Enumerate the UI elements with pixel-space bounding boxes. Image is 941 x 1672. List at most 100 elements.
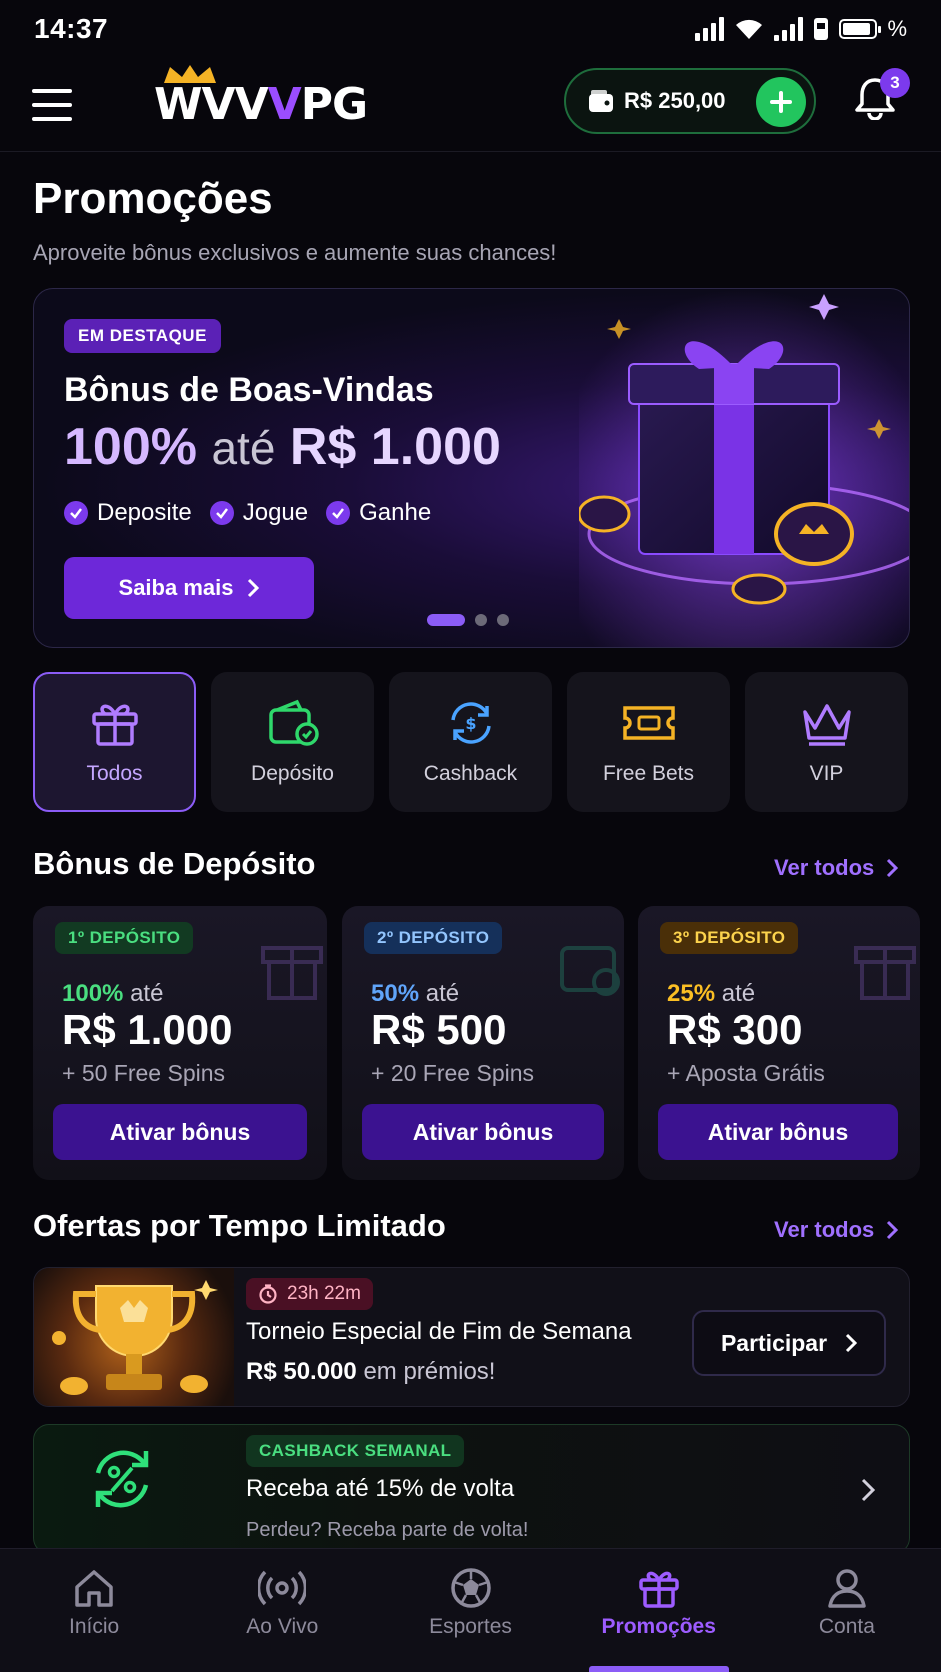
wallet-icon xyxy=(560,946,620,996)
nav-live[interactable]: Ao Vivo xyxy=(188,1549,376,1672)
live-icon xyxy=(258,1570,307,1606)
tournament-offer-card[interactable]: 23h 22m Torneio Especial de Fim de Seman… xyxy=(33,1267,910,1407)
promo-steps: Deposite Jogue Ganhe xyxy=(64,499,431,527)
crown-icon xyxy=(802,704,851,746)
bonus-amount: R$ 300 xyxy=(667,1006,803,1053)
page-title: Promoções xyxy=(33,174,273,223)
deposit-bonus-card-3[interactable]: 3º DEPÓSITO 25% até R$ 300 + Aposta Grát… xyxy=(638,906,920,1180)
wallet-icon xyxy=(589,90,613,112)
promo-category-filter: Todos Depósito $ Cashback Free Bets VIP xyxy=(33,672,910,812)
system-icons: % xyxy=(695,16,907,42)
percent-cycle-icon xyxy=(95,1450,149,1508)
bonus-percent: 25% até xyxy=(667,980,756,1007)
menu-icon[interactable] xyxy=(32,88,72,121)
trophy-icon xyxy=(52,1280,218,1395)
deposit-see-all-link[interactable]: Ver todos xyxy=(774,855,899,881)
nav-account[interactable]: Conta xyxy=(753,1549,941,1672)
check-icon xyxy=(209,501,234,525)
category-cashback[interactable]: $ Cashback xyxy=(389,672,552,812)
check-icon xyxy=(326,501,351,525)
category-free-bets[interactable]: Free Bets xyxy=(567,672,730,812)
check-icon xyxy=(64,501,88,525)
wifi-icon xyxy=(736,19,763,39)
featured-tag: EM DESTAQUE xyxy=(64,319,221,353)
nav-promotions[interactable]: Promoções xyxy=(565,1549,753,1672)
promo-title: Bônus de Boas-Vindas xyxy=(64,371,434,409)
soccer-ball-icon xyxy=(450,1568,491,1608)
countdown-timer: 23h 22m xyxy=(246,1278,373,1310)
gift-icon xyxy=(261,946,323,1000)
ticket-icon xyxy=(622,706,675,740)
signal-icon-2 xyxy=(774,17,804,41)
activate-bonus-button[interactable]: Ativar bônus xyxy=(658,1104,898,1160)
category-deposit[interactable]: Depósito xyxy=(211,672,374,812)
deposit-tag: 3º DEPÓSITO xyxy=(660,922,799,954)
step-play: Jogue xyxy=(209,499,308,527)
limited-offers-title: Ofertas por Tempo Limitado xyxy=(33,1208,446,1243)
category-all[interactable]: Todos xyxy=(33,672,196,812)
cashback-subtitle: Perdeu? Receba parte de volta! xyxy=(246,1519,529,1541)
app-header: WVVVPG R$ 250,00 3 xyxy=(0,58,941,152)
gift-icon xyxy=(854,946,916,1000)
trophy-illustration xyxy=(34,1268,234,1406)
promo-amount: 100% até R$ 1.000 xyxy=(64,418,501,476)
category-vip[interactable]: VIP xyxy=(745,672,908,812)
carousel-dot[interactable] xyxy=(475,614,487,626)
featured-promo-banner[interactable]: EM DESTAQUE Bônus de Boas-Vindas 100% at… xyxy=(33,288,910,648)
deposit-tag: 2º DEPÓSITO xyxy=(364,922,503,954)
bonus-extra: + 50 Free Spins xyxy=(62,1060,226,1086)
activate-bonus-button[interactable]: Ativar bônus xyxy=(362,1104,604,1160)
bonus-extra: + 20 Free Spins xyxy=(371,1060,535,1086)
cashback-offer-card[interactable]: CASHBACK SEMANAL Receba até 15% de volta… xyxy=(33,1424,910,1554)
signal-icon xyxy=(695,17,725,41)
chevron-right-icon xyxy=(248,578,260,598)
wallet-icon xyxy=(268,699,319,746)
notification-badge: 3 xyxy=(880,68,910,98)
battery-icon xyxy=(839,19,882,39)
bonus-extra: + Aposta Grátis xyxy=(667,1060,825,1086)
chevron-right-icon[interactable] xyxy=(860,1477,876,1503)
clock: 14:37 xyxy=(34,13,109,44)
bonus-amount: R$ 500 xyxy=(371,1006,507,1053)
gift-icon xyxy=(91,704,138,746)
learn-more-button[interactable]: Saiba mais xyxy=(64,557,314,619)
wallet-balance[interactable]: R$ 250,00 xyxy=(564,68,816,134)
participate-button[interactable]: Participar xyxy=(692,1310,886,1376)
gift-icon xyxy=(638,1571,679,1608)
nav-home[interactable]: Início xyxy=(0,1549,188,1672)
carousel-dot[interactable] xyxy=(427,614,465,626)
chevron-right-icon xyxy=(845,1333,858,1353)
home-icon xyxy=(75,1570,113,1607)
step-deposit: Deposite xyxy=(64,499,192,527)
svg-text:$: $ xyxy=(465,714,476,733)
gift-box-illustration xyxy=(579,289,909,647)
deposit-tag: 1º DEPÓSITO xyxy=(55,922,194,954)
page-subtitle: Aproveite bônus exclusivos e aumente sua… xyxy=(33,240,557,265)
balance-amount: R$ 250,00 xyxy=(624,88,726,113)
tournament-prize: R$ 50.000 em prémios! xyxy=(246,1358,496,1385)
cashback-icon: $ xyxy=(450,702,491,744)
bonus-percent: 100% até xyxy=(62,980,164,1007)
bonus-amount: R$ 1.000 xyxy=(62,1006,233,1053)
plus-icon xyxy=(770,91,792,113)
carousel-dot[interactable] xyxy=(497,614,509,626)
deposit-bonus-card-2[interactable]: 2º DEPÓSITO 50% até R$ 500 + 20 Free Spi… xyxy=(342,906,624,1180)
add-funds-button[interactable] xyxy=(756,77,806,127)
chevron-right-icon xyxy=(887,1220,899,1240)
user-icon xyxy=(828,1569,866,1608)
bonus-percent: 50% até xyxy=(371,980,460,1007)
carousel-indicator[interactable] xyxy=(427,614,509,626)
status-bar: 14:37 % xyxy=(0,0,941,58)
brand-logo[interactable]: WVVVPG xyxy=(154,65,368,130)
cashback-title: Receba até 15% de volta xyxy=(246,1475,515,1502)
cashback-tag: CASHBACK SEMANAL xyxy=(246,1435,465,1467)
limited-see-all-link[interactable]: Ver todos xyxy=(774,1217,899,1243)
activate-bonus-button[interactable]: Ativar bônus xyxy=(53,1104,307,1160)
nav-sports[interactable]: Esportes xyxy=(376,1549,564,1672)
battery-percent: % xyxy=(887,16,907,41)
tournament-title: Torneio Especial de Fim de Semana xyxy=(246,1318,632,1345)
deposit-bonus-card-1[interactable]: 1º DEPÓSITO 100% até R$ 1.000 + 50 Free … xyxy=(33,906,327,1180)
bottom-navigation: Início Ao Vivo Esportes Promoções Conta xyxy=(0,1548,941,1672)
step-win: Ganhe xyxy=(326,499,431,527)
deposit-section-title: Bônus de Depósito xyxy=(33,846,316,881)
